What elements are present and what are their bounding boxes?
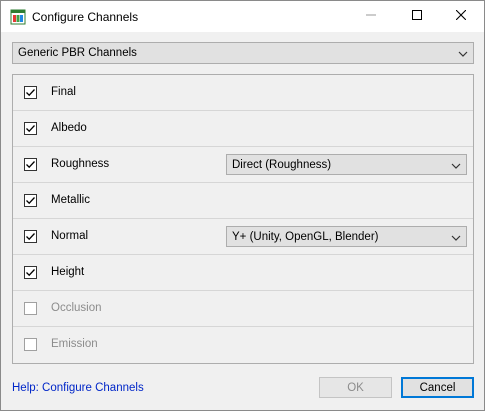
roughness-label: Roughness	[51, 158, 110, 170]
chevron-down-icon	[451, 233, 461, 241]
preset-dropdown[interactable]: Generic PBR Channels	[12, 42, 474, 64]
normal-mode-value: Y+ (Unity, OpenGL, Blender)	[232, 230, 379, 243]
channel-row-metallic: Metallic	[13, 183, 473, 219]
check-icon	[26, 269, 35, 277]
emission-checkbox[interactable]	[24, 338, 37, 351]
height-label: Height	[51, 266, 85, 278]
roughness-checkbox[interactable]	[24, 158, 37, 171]
metallic-checkbox[interactable]	[24, 194, 37, 207]
channel-row-emission: Emission	[13, 327, 473, 363]
channel-row-normal: Normal Y+ (Unity, OpenGL, Blender)	[13, 219, 473, 255]
check-icon	[26, 89, 35, 97]
check-icon	[26, 197, 35, 205]
channel-list: Final Albedo Roughness Direct (Roughness…	[12, 74, 474, 364]
normal-checkbox[interactable]	[24, 230, 37, 243]
maximize-button[interactable]	[394, 1, 440, 32]
chevron-down-icon	[458, 49, 468, 57]
minimize-button[interactable]	[348, 1, 394, 32]
title-bar: Configure Channels	[1, 1, 484, 32]
configure-channels-dialog: Configure Channels Generic PBR Channels	[0, 0, 485, 411]
normal-label: Normal	[51, 230, 89, 242]
final-label: Final	[51, 86, 76, 98]
check-icon	[26, 125, 35, 133]
occlusion-label: Occlusion	[51, 302, 102, 314]
channel-row-albedo: Albedo	[13, 111, 473, 147]
help-link[interactable]: Help: Configure Channels	[12, 382, 144, 394]
final-checkbox[interactable]	[24, 86, 37, 99]
roughness-mode-dropdown[interactable]: Direct (Roughness)	[226, 154, 467, 175]
height-checkbox[interactable]	[24, 266, 37, 279]
channel-row-height: Height	[13, 255, 473, 291]
check-icon	[26, 161, 35, 169]
check-icon	[26, 233, 35, 241]
albedo-label: Albedo	[51, 122, 87, 134]
preset-selected-value: Generic PBR Channels	[18, 47, 137, 59]
app-icon	[10, 9, 26, 25]
roughness-mode-value: Direct (Roughness)	[232, 158, 332, 171]
channel-row-final: Final	[13, 75, 473, 111]
close-icon	[455, 9, 467, 23]
window-title: Configure Channels	[32, 10, 139, 24]
channel-row-roughness: Roughness Direct (Roughness)	[13, 147, 473, 183]
normal-mode-dropdown[interactable]: Y+ (Unity, OpenGL, Blender)	[226, 226, 467, 247]
channel-row-occlusion: Occlusion	[13, 291, 473, 327]
albedo-checkbox[interactable]	[24, 122, 37, 135]
ok-button[interactable]: OK	[319, 377, 392, 398]
minimize-icon	[366, 10, 376, 23]
close-button[interactable]	[438, 1, 484, 32]
maximize-icon	[412, 10, 422, 23]
chevron-down-icon	[451, 161, 461, 169]
metallic-label: Metallic	[51, 194, 90, 206]
emission-label: Emission	[51, 338, 98, 350]
cancel-button[interactable]: Cancel	[401, 377, 474, 398]
occlusion-checkbox[interactable]	[24, 302, 37, 315]
